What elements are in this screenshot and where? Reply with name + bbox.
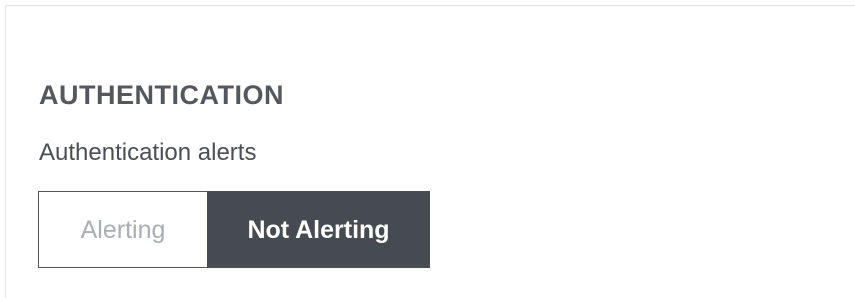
alerting-toggle-group: Alerting Not Alerting (38, 191, 430, 268)
alerting-option-button[interactable]: Alerting (38, 191, 207, 268)
not-alerting-option-button[interactable]: Not Alerting (207, 191, 430, 268)
authentication-alerts-label: Authentication alerts (39, 139, 257, 166)
page: AUTHENTICATION Authentication alerts Ale… (0, 0, 855, 298)
section-title: AUTHENTICATION (39, 80, 284, 110)
